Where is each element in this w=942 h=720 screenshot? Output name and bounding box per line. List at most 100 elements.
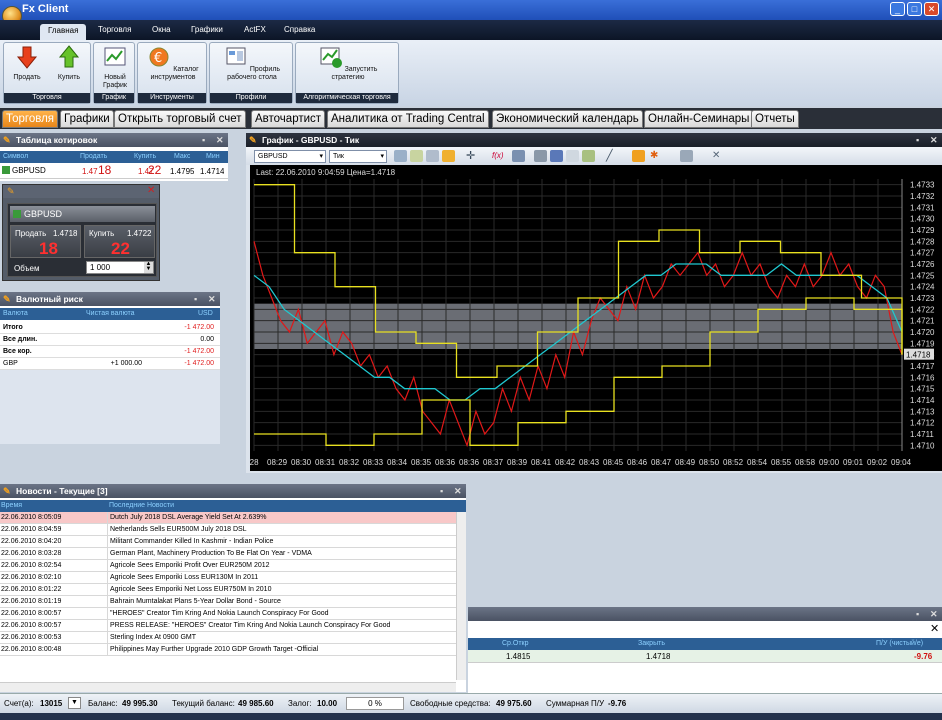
workspace-profile-button[interactable]: Профиль рабочего стола [212, 45, 292, 82]
volume-input[interactable]: 1 000 ▲ ▼ [86, 261, 154, 274]
buy-arrow-icon [58, 45, 80, 68]
news-row[interactable]: 22.06.2010 8:01:19 Bahrain Mumtalakat Pl… [0, 596, 456, 608]
news-headline: Philippines May Further Upgrade 2010 GDP… [107, 644, 456, 656]
period-select[interactable]: Тик ▾ [329, 150, 387, 163]
pin-icon[interactable]: ▪ [916, 607, 919, 621]
dealing-sell-button[interactable]: Продать 1.4718 18 [10, 225, 81, 258]
news-row[interactable]: 22.06.2010 8:02:54 Agricole Sees Emporik… [0, 560, 456, 572]
y-tick-label: 1.4728 [910, 237, 935, 246]
buy-button[interactable]: Купить [50, 45, 88, 82]
marker-icon[interactable]: ✱ [650, 150, 663, 162]
scale-icon[interactable] [442, 150, 455, 162]
col-usd[interactable]: USD [198, 308, 213, 320]
chart-plot[interactable]: Last: 22.06.2010 9:04:59 Цена=1.4718 3:2… [250, 165, 942, 471]
col-sell[interactable]: Продать [80, 151, 107, 163]
volume-spinner[interactable]: ▲ ▼ [144, 262, 153, 273]
col-time[interactable]: Время [1, 500, 22, 512]
news-row[interactable]: 22.06.2010 8:00:57 "HEROES" Creator Tim … [0, 608, 456, 620]
window-icon[interactable] [512, 150, 525, 162]
col-buy[interactable]: Купить [134, 151, 156, 163]
x-tick-label: 08:45 [603, 458, 624, 467]
close-icon[interactable]: ✕ [930, 133, 938, 147]
news-row[interactable]: 22.06.2010 8:00:57 PRESS RELEASE: "HEROE… [0, 620, 456, 632]
account-dropdown[interactable]: ▼ [68, 697, 81, 709]
news-row[interactable]: 22.06.2010 8:00:53 Sterling Index At 090… [0, 632, 456, 644]
col-low[interactable]: Мин [206, 151, 220, 163]
news-row[interactable]: 22.06.2010 8:03:28 German Plant, Machine… [0, 548, 456, 560]
close-icon[interactable]: ✕ [208, 292, 216, 306]
risk-row[interactable]: GBP +1 000.00 -1 472.00 [0, 358, 220, 370]
col-pl[interactable]: П/У (чистый/е) [876, 638, 923, 650]
col-high[interactable]: Макс [174, 151, 190, 163]
x-tick-label: 08:36 [435, 458, 456, 467]
menu-home[interactable]: Главная [40, 24, 87, 40]
col-net-currency[interactable]: Чистая валюта [86, 308, 135, 320]
tab-trading[interactable]: Торговля [2, 110, 59, 128]
menu-trading[interactable]: Торговля [98, 25, 131, 34]
close-button[interactable]: ✕ [924, 2, 939, 16]
pin-icon[interactable]: ▪ [440, 484, 443, 498]
col-avg-open[interactable]: Ср.Откр [502, 638, 529, 650]
close-icon[interactable]: ✕ [930, 607, 938, 621]
close-icon[interactable]: ✕ [454, 484, 462, 498]
news-row[interactable]: 22.06.2010 8:04:20 Militant Commander Ki… [0, 536, 456, 548]
tab-trading-central[interactable]: Аналитика от Trading Central [327, 110, 489, 128]
menu-windows[interactable]: Окна [152, 25, 171, 34]
col-close[interactable]: Закрыть [638, 638, 665, 650]
close-positions-icon[interactable]: ✕ [930, 622, 939, 635]
col-currency[interactable]: Валюта [3, 308, 28, 320]
pin-icon[interactable]: ▪ [202, 133, 205, 147]
news-row[interactable]: 22.06.2010 8:05:09 Dutch July 2018 DSL A… [0, 512, 456, 524]
news-hscrollbar[interactable] [0, 682, 456, 692]
news-row[interactable]: 22.06.2010 8:01:22 Agricole Sees Emporik… [0, 584, 456, 596]
symbol-select[interactable]: GBPUSD ▾ [254, 150, 326, 163]
indicator-icon[interactable]: f(x) [492, 150, 505, 162]
print-icon[interactable] [534, 150, 547, 162]
crosshair-icon[interactable]: ✛ [466, 150, 479, 162]
position-row[interactable]: 1.4815 1.4718 -9.76 [468, 650, 942, 663]
menu-help[interactable]: Справка [284, 25, 315, 34]
x-tick-label: 08:37 [483, 458, 504, 467]
save-icon[interactable] [550, 150, 563, 162]
x-tick-label: 08:34 [387, 458, 408, 467]
tools-icon[interactable] [680, 150, 693, 162]
new-chart-button[interactable]: Новый График [96, 45, 134, 90]
sell-button[interactable]: Продать [8, 45, 46, 82]
tab-economic-calendar[interactable]: Экономический календарь [492, 110, 643, 128]
risk-row[interactable]: Все длин. 0.00 [0, 334, 220, 346]
risk-row[interactable]: Все кор. -1 472.00 [0, 346, 220, 358]
col-symbol[interactable]: Символ [3, 151, 28, 163]
pin-icon[interactable]: ▪ [194, 292, 197, 306]
risk-row[interactable]: Итого -1 472.00 [0, 322, 220, 334]
tab-charts[interactable]: Графики [60, 110, 114, 128]
menu-charts[interactable]: Графики [191, 25, 223, 34]
news-row[interactable]: 22.06.2010 8:00:48 Philippines May Furth… [0, 644, 456, 656]
maximize-button[interactable]: □ [907, 2, 922, 16]
tab-reports[interactable]: Отчеты [751, 110, 799, 128]
tab-autochartist[interactable]: Авточартист [251, 110, 326, 128]
dealing-close-icon[interactable]: ✕ [147, 185, 155, 196]
run-strategy-button[interactable]: Запустить стратегию [318, 45, 378, 82]
close-icon[interactable]: ✕ [216, 133, 224, 147]
zoom-out-icon[interactable] [410, 150, 423, 162]
menu-actfx[interactable]: ActFX [244, 25, 266, 34]
zoom-fit-icon[interactable] [426, 150, 439, 162]
dealing-buy-button[interactable]: Купить 1.4722 22 [84, 225, 155, 258]
zoom-in-icon[interactable] [394, 150, 407, 162]
quote-row[interactable]: GBPUSD 1.47 18 1.47 22 1.4795 1.4714 [0, 163, 228, 179]
tab-open-account[interactable]: Открыть торговый счет [114, 110, 246, 128]
pin-icon[interactable]: ▪ [916, 133, 919, 147]
minimize-button[interactable]: _ [890, 2, 905, 16]
col-headline[interactable]: Последние Новости [109, 500, 174, 512]
copy-icon[interactable] [566, 150, 579, 162]
news-row[interactable]: 22.06.2010 8:04:59 Netherlands Sells EUR… [0, 524, 456, 536]
news-scrollbar[interactable] [456, 512, 466, 680]
line-tool-icon[interactable]: ╱ [606, 150, 619, 162]
link-icon[interactable] [632, 150, 645, 162]
export-icon[interactable] [582, 150, 595, 162]
quotes-header: ✎ Таблица котировок ▪ ✕ [0, 133, 228, 147]
settings-icon[interactable]: ✕ [712, 150, 725, 162]
instrument-catalog-button[interactable]: € Каталог инструментов [140, 45, 206, 82]
tab-webinars[interactable]: Онлайн-Семинары [644, 110, 754, 128]
news-row[interactable]: 22.06.2010 8:02:10 Agricole Sees Emporik… [0, 572, 456, 584]
